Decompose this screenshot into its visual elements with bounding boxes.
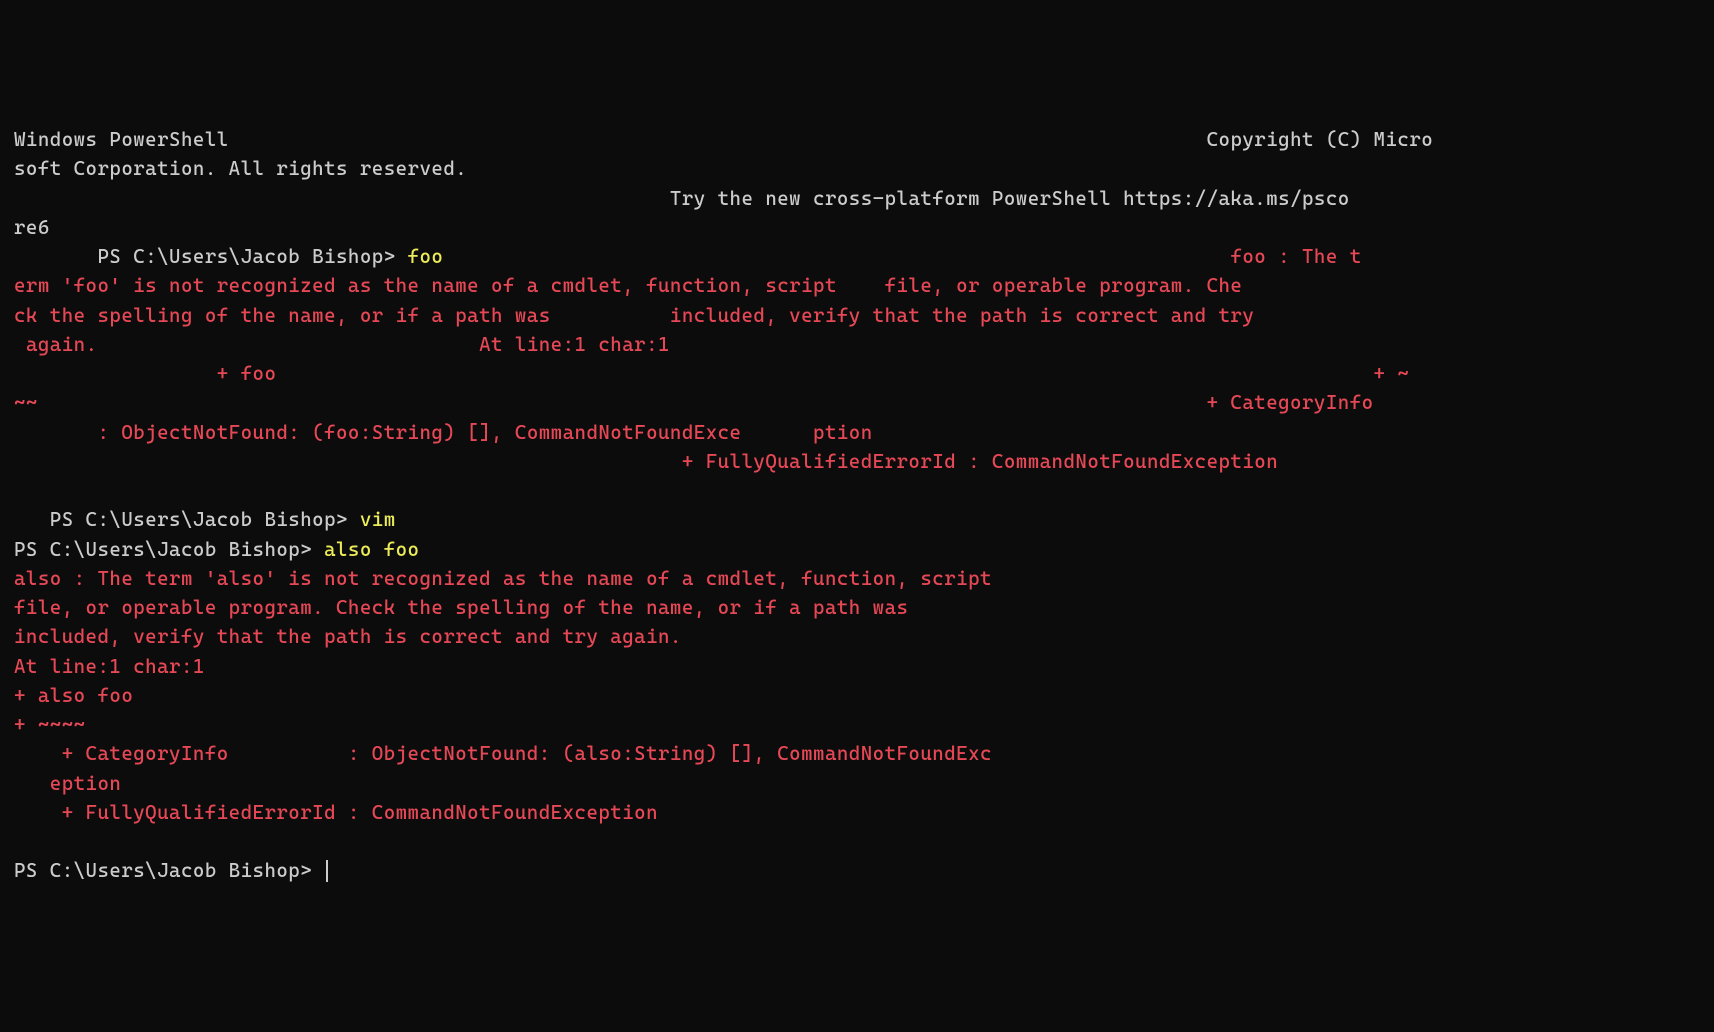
header-line: soft Corporation. All rights reserved.: [14, 157, 467, 180]
error-text: ~~ + CategoryInfo: [14, 391, 1397, 414]
error-text: again. At line:1 char:1: [14, 333, 670, 356]
error-text: + FullyQualifiedErrorId : CommandNotFoun…: [14, 450, 1278, 473]
command-text: also foo: [324, 538, 419, 561]
header-line: re6: [14, 216, 50, 239]
error-text: + CategoryInfo : ObjectNotFound: (also:S…: [14, 742, 992, 765]
command-text: vim: [360, 508, 396, 531]
header-line: Windows PowerShell: [14, 128, 229, 151]
error-text: At line:1 char:1: [14, 655, 205, 678]
error-text: ck the spelling of the name, or if a pat…: [14, 304, 1254, 327]
prompt: PS C:\Users\Jacob Bishop>: [14, 508, 360, 531]
cursor[interactable]: [326, 860, 328, 882]
command-text: foo: [408, 245, 444, 268]
error-text: also : The term 'also' is not recognized…: [14, 567, 992, 590]
header-line: Try the new cross-platform PowerShell ht…: [14, 187, 1350, 210]
current-prompt: PS C:\Users\Jacob Bishop>: [14, 859, 324, 882]
error-text: eption: [14, 772, 121, 795]
error-text: + foo + ~: [14, 362, 1409, 385]
prompt: PS C:\Users\Jacob Bishop>: [14, 538, 324, 561]
error-text: : ObjectNotFound: (foo:String) [], Comma…: [14, 421, 873, 444]
error-text: + ~~~~: [14, 713, 86, 736]
error-text: + also foo: [14, 684, 133, 707]
terminal-output[interactable]: Windows PowerShell Copyright (C) Micro s…: [14, 125, 1700, 886]
error-text: included, verify that the path is correc…: [14, 625, 682, 648]
prompt: PS C:\Users\Jacob Bishop>: [14, 245, 408, 268]
error-text: file, or operable program. Check the spe…: [14, 596, 908, 619]
error-text: erm 'foo' is not recognized as the name …: [14, 274, 1242, 297]
error-text: + FullyQualifiedErrorId : CommandNotFoun…: [14, 801, 658, 824]
header-line: Copyright (C) Micro: [229, 128, 1434, 151]
error-text: foo : The t: [443, 245, 1361, 268]
